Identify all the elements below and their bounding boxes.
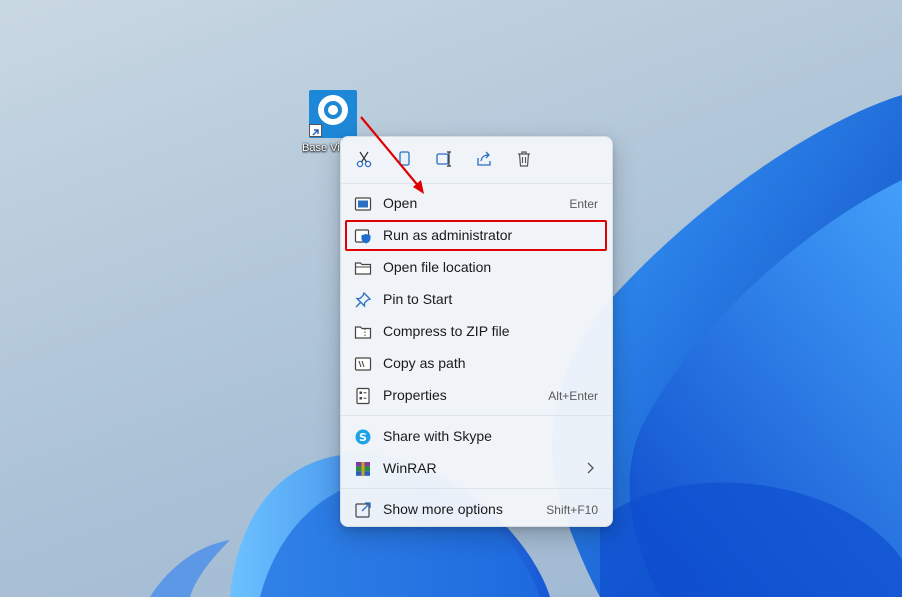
- desktop: Base Vi Open Enter Run as administrator …: [0, 0, 902, 597]
- annotation-arrow: [360, 116, 424, 194]
